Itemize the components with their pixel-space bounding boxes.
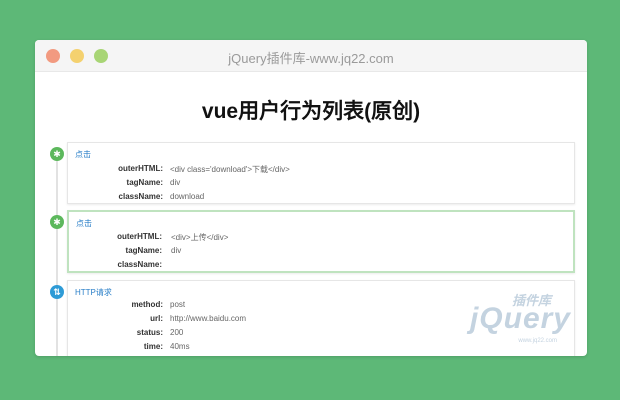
watermark-sub-text: www.jq22.com	[518, 338, 557, 344]
field-key: className:	[117, 260, 162, 269]
jquery-watermark-logo: 插件库 jQuery www.jq22.com	[431, 290, 571, 344]
cursor-click-icon: ✱	[50, 215, 64, 229]
field-value: download	[170, 192, 205, 201]
field-value: 200	[170, 328, 184, 337]
behavior-entry-card[interactable]: 点击 outerHTML: <div>上传</div> tagName: div…	[67, 210, 575, 273]
behavior-entry-card[interactable]: 点击 outerHTML: <div class='download'>下载</…	[67, 142, 575, 204]
field-value: http://www.baidu.com	[170, 314, 247, 323]
field-value: post	[170, 300, 186, 309]
field-value: 40ms	[170, 342, 190, 351]
field-key: status:	[136, 328, 163, 337]
page-title: vue用户行为列表(原创)	[201, 100, 421, 123]
entry-field-row: className:	[69, 260, 573, 271]
field-key: outerHTML:	[117, 232, 162, 241]
field-key: method:	[131, 300, 163, 309]
field-value: div	[170, 178, 181, 187]
field-key: tagName:	[126, 178, 163, 187]
field-key: className:	[118, 192, 163, 201]
entry-field-row: tagName: div	[69, 246, 573, 257]
field-key: outerHTML:	[118, 164, 163, 173]
window-title: jQuery插件库-www.jq22.com	[228, 51, 394, 66]
field-value: div	[171, 246, 182, 255]
entry-field-row: className: download	[68, 192, 574, 203]
field-key: tagName:	[125, 246, 162, 255]
field-key: time:	[143, 342, 163, 351]
field-key: url:	[150, 314, 163, 323]
timeline-line	[56, 152, 58, 356]
browser-window: jQuery插件库-www.jq22.com vue用户行为列表(原创) ✱ 点…	[35, 40, 587, 356]
network-request-icon: ⇅	[50, 285, 64, 299]
entry-field-row: tagName: div	[68, 178, 574, 189]
entry-type-label: HTTP请求	[75, 288, 112, 297]
watermark-main-text: jQuery	[469, 302, 571, 335]
entry-field-row: outerHTML: <div class='download'>下载</div…	[68, 164, 574, 175]
entry-field-row: outerHTML: <div>上传</div>	[69, 232, 573, 243]
field-value: <div class='download'>下载</div>	[170, 165, 290, 174]
field-value: <div>上传</div>	[171, 233, 229, 242]
window-titlebar: jQuery插件库-www.jq22.com	[35, 40, 587, 72]
entry-type-label: 点击	[76, 219, 92, 228]
entry-type-label: 点击	[75, 150, 91, 159]
cursor-click-icon: ✱	[50, 147, 64, 161]
